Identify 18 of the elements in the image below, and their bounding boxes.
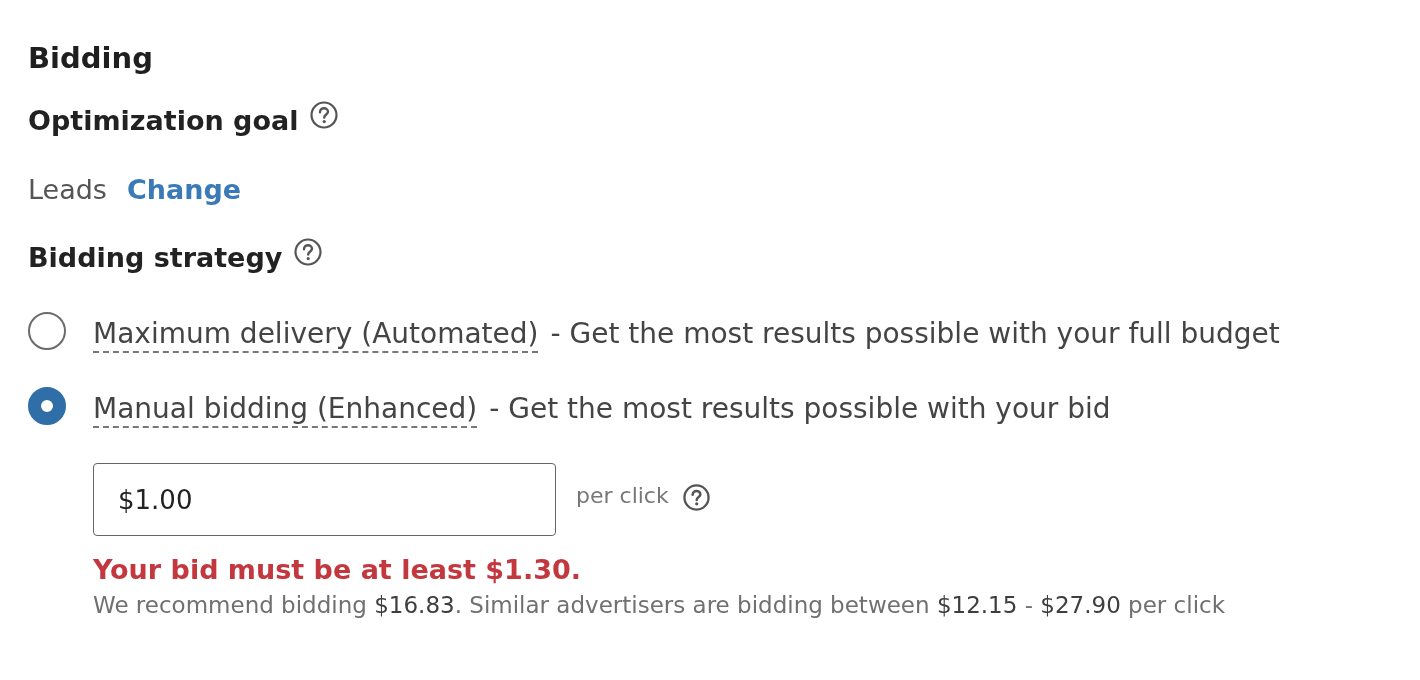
- goal-value: Leads: [28, 173, 107, 207]
- help-icon[interactable]: [682, 484, 710, 511]
- error-message: Your bid must be at least $1.30.: [93, 553, 581, 587]
- option-description: - Get the most results possible with your bid: [489, 392, 1111, 426]
- change-link[interactable]: Change: [126, 170, 242, 210]
- option-description: - Get the most results possible with your full budget: [550, 317, 1280, 351]
- option-term[interactable]: Manual bidding (Enhanced): [93, 392, 478, 428]
- option-term[interactable]: Maximum delivery (Automated): [93, 317, 539, 353]
- help-icon[interactable]: [294, 238, 323, 266]
- section-title: Bidding: [28, 40, 153, 77]
- radio-button[interactable]: [28, 312, 66, 350]
- recommendation-text: We recommend bidding $16.83. Similar advertisers are bidding between $12.15 - $27.90 per click: [93, 591, 1225, 620]
- field-label: Optimization goal: [28, 104, 299, 138]
- help-icon[interactable]: [310, 101, 339, 129]
- radio-button[interactable]: [28, 387, 66, 425]
- unit-label: per click: [576, 483, 669, 508]
- bid-input[interactable]: $1.00: [93, 463, 556, 536]
- field-label: Bidding strategy: [28, 241, 283, 275]
